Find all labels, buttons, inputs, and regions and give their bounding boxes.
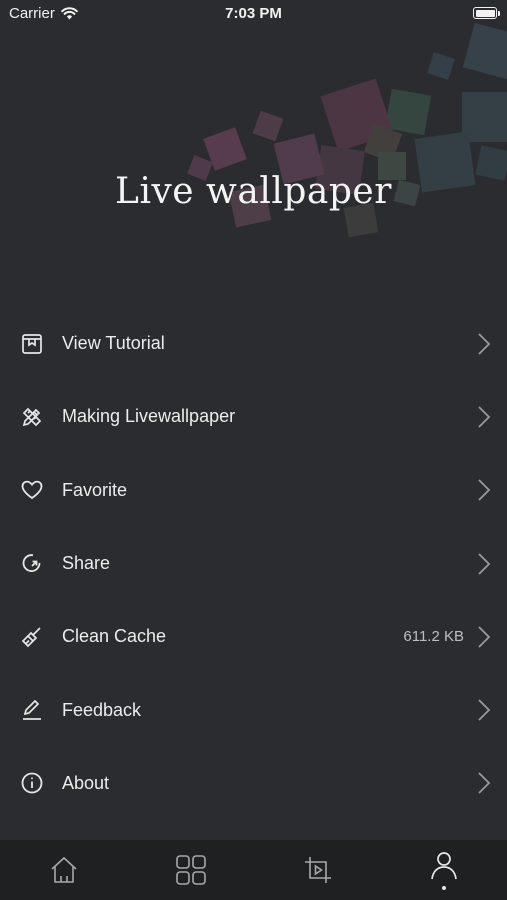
- bottom-tab-bar: [0, 840, 507, 900]
- active-indicator: [442, 886, 446, 890]
- menu-item-feedback[interactable]: Feedback: [0, 673, 507, 746]
- tab-categories[interactable]: [128, 840, 254, 900]
- chevron-right-icon: [478, 699, 491, 721]
- chevron-right-icon: [478, 406, 491, 428]
- chevron-right-icon: [478, 626, 491, 648]
- menu-item-making-livewallpaper[interactable]: Making Livewallpaper: [0, 380, 507, 453]
- menu-item-about[interactable]: About: [0, 747, 507, 820]
- tab-profile[interactable]: [381, 840, 507, 900]
- tab-create[interactable]: [255, 840, 381, 900]
- menu-item-favorite[interactable]: Favorite: [0, 454, 507, 527]
- broom-icon: [19, 624, 45, 650]
- menu-item-label: About: [62, 772, 110, 793]
- cache-size-value: 611.2 KB: [403, 628, 464, 646]
- menu-item-label: Feedback: [62, 699, 142, 720]
- app-title: Live wallpaper: [115, 171, 392, 212]
- share-icon: [19, 551, 45, 577]
- heart-icon: [19, 477, 45, 503]
- chevron-right-icon: [478, 552, 491, 575]
- edit-icon: [19, 697, 45, 723]
- menu-item-label: Share: [62, 553, 111, 574]
- hero-header: Live wallpaper: [0, 0, 507, 260]
- menu-item-label: View Tutorial: [62, 333, 165, 354]
- menu-item-label: Making Livewallpaper: [62, 406, 236, 427]
- menu-item-share[interactable]: Share: [0, 527, 507, 600]
- tab-home[interactable]: [1, 840, 127, 900]
- profile-icon: [431, 852, 457, 880]
- pencil-ruler-icon: [19, 404, 45, 430]
- menu-item-label: Favorite: [62, 479, 128, 500]
- chevron-right-icon: [478, 333, 491, 355]
- chevron-right-icon: [478, 479, 491, 501]
- crop-play-icon: [305, 857, 331, 883]
- book-icon: [19, 331, 45, 357]
- info-icon: [19, 770, 45, 796]
- menu-item-view-tutorial[interactable]: View Tutorial: [0, 307, 507, 380]
- settings-menu: View Tutorial Making Livewallpaper Favor…: [0, 307, 507, 820]
- decorative-squares: [186, 22, 507, 238]
- menu-item-label: Clean Cache: [62, 626, 167, 647]
- menu-item-clean-cache[interactable]: Clean Cache 611.2 KB: [0, 600, 507, 673]
- home-icon: [51, 856, 77, 883]
- chevron-right-icon: [478, 772, 491, 795]
- grid-icon: [176, 855, 206, 885]
